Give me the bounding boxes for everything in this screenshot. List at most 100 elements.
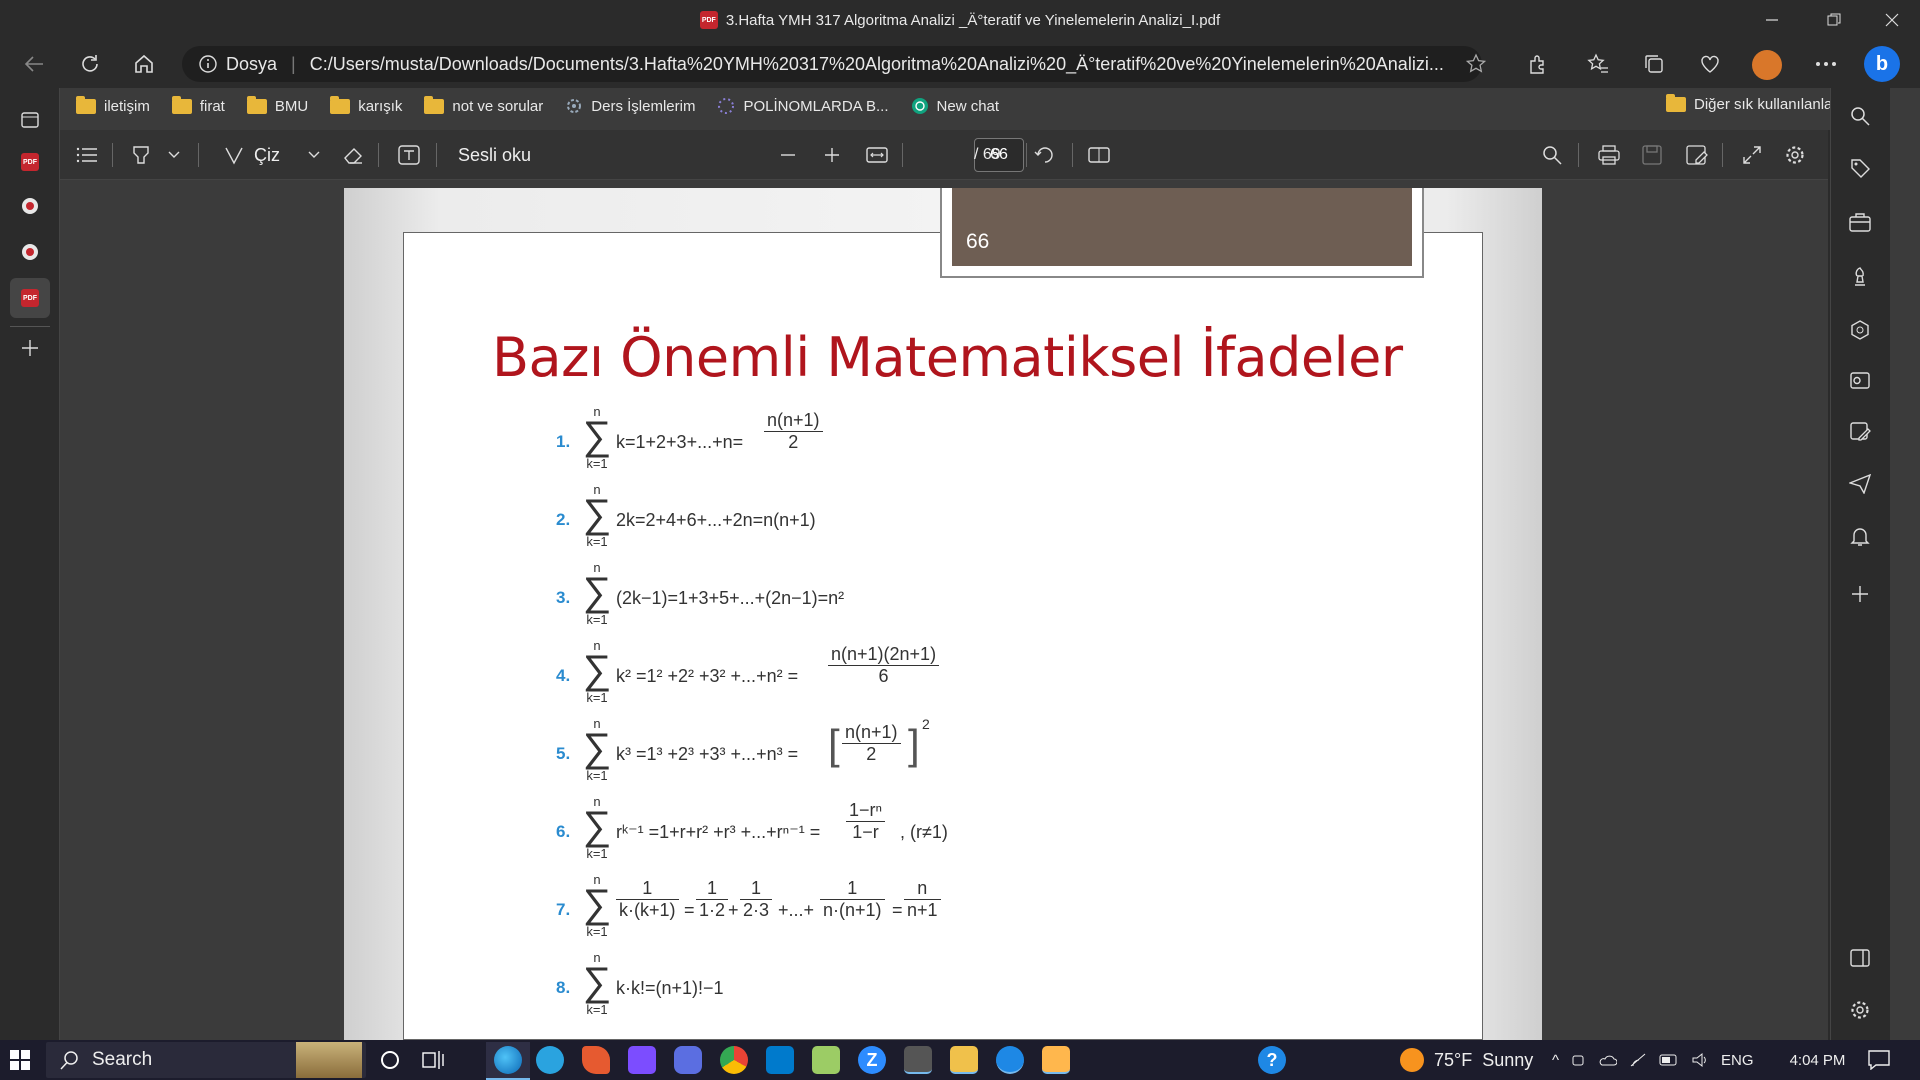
sidebar-hide-button[interactable]	[1846, 944, 1874, 972]
save-button[interactable]	[1642, 130, 1662, 180]
favorite-other[interactable]: Diğer sık kullanılanlar	[1666, 94, 1837, 113]
fullscreen-button[interactable]	[1742, 130, 1762, 180]
pdf-settings-button[interactable]	[1784, 130, 1806, 180]
task-view-button[interactable]	[422, 1050, 444, 1070]
tray-expand-icon[interactable]: ^	[1552, 1052, 1559, 1069]
language-indicator[interactable]: ENG	[1721, 1052, 1754, 1069]
weather-widget[interactable]: 75°F Sunny	[1400, 1042, 1533, 1078]
app-cube-icon[interactable]	[1042, 1046, 1070, 1074]
favorite-iletisim[interactable]: iletişim	[76, 95, 150, 115]
refresh-button[interactable]	[70, 44, 110, 84]
power-exponent: 2	[922, 716, 930, 732]
extensions-button[interactable]	[1518, 44, 1558, 84]
sidebar-outlook-button[interactable]	[1846, 366, 1874, 394]
favorite-ders-islemlerim[interactable]: Ders İşlemlerim	[565, 97, 695, 115]
pdf-file-icon: PDF	[21, 153, 39, 171]
close-button[interactable]	[1864, 0, 1920, 40]
draw-button[interactable]: Çiz	[224, 130, 280, 180]
collections-button[interactable]	[1634, 44, 1674, 84]
search-button[interactable]	[1542, 130, 1562, 180]
rotate-button[interactable]	[1034, 130, 1056, 180]
sidebar-search-button[interactable]	[1846, 102, 1874, 130]
sidebar-tools-button[interactable]	[1846, 208, 1874, 236]
edit-image-icon	[1850, 422, 1871, 441]
battery-icon[interactable]	[1659, 1053, 1679, 1067]
read-aloud-button[interactable]: Sesli oku	[458, 130, 531, 180]
edge-icon[interactable]	[494, 1046, 522, 1074]
zoom-out-button[interactable]	[780, 130, 796, 180]
contents-button[interactable]	[76, 130, 98, 180]
list-icon	[76, 147, 97, 163]
volume-icon[interactable]	[1691, 1052, 1709, 1068]
site-label: Dosya	[226, 53, 278, 74]
favorite-firat[interactable]: firat	[171, 95, 225, 115]
notepad-icon[interactable]	[812, 1046, 840, 1074]
favorites-button[interactable]	[1578, 44, 1618, 84]
vscode-icon[interactable]	[766, 1046, 794, 1074]
erase-button[interactable]	[342, 130, 364, 180]
sidebar-drop-button[interactable]	[1846, 418, 1874, 446]
sidebar-games-button[interactable]	[1846, 262, 1874, 290]
new-tab-button[interactable]	[10, 328, 50, 368]
sidebar-settings-button[interactable]	[1846, 996, 1874, 1024]
sigma-symbol: n ∑ k=1	[582, 404, 612, 471]
back-button[interactable]	[14, 44, 54, 84]
add-favorite-button[interactable]	[1456, 44, 1496, 84]
app-purple-icon[interactable]	[628, 1046, 656, 1074]
highlight-button[interactable]	[130, 130, 152, 180]
help-icon[interactable]: ?	[1258, 1046, 1286, 1074]
favorite-karisik[interactable]: karışık	[330, 95, 402, 115]
app-tab-icon	[22, 244, 38, 260]
tab-pdf-1[interactable]: PDF	[10, 142, 50, 182]
home-button[interactable]	[124, 44, 164, 84]
sidebar-shopping-button[interactable]	[1846, 154, 1874, 182]
chrome-icon[interactable]	[720, 1046, 748, 1074]
zoom-in-button[interactable]	[824, 130, 840, 180]
tag-icon	[1851, 159, 1870, 178]
telegram-icon[interactable]	[536, 1046, 564, 1074]
tab-pdf-active[interactable]: PDF	[10, 278, 50, 318]
sidebar-m365-button[interactable]	[1846, 316, 1874, 344]
profile-avatar[interactable]	[1752, 50, 1782, 80]
start-button[interactable]	[10, 1050, 30, 1070]
restore-button[interactable]	[1806, 0, 1862, 40]
favorite-new-chat[interactable]: New chat	[911, 97, 999, 115]
cortana-button[interactable]	[380, 1050, 400, 1070]
minimize-button[interactable]	[1744, 0, 1800, 40]
print-button[interactable]	[1598, 130, 1620, 180]
left-bracket: [	[828, 721, 840, 768]
app-blue-icon[interactable]	[674, 1046, 702, 1074]
save-as-button[interactable]	[1686, 130, 1708, 180]
settings-more-button[interactable]	[1806, 44, 1846, 84]
tab-2[interactable]	[10, 186, 50, 226]
address-bar[interactable]: Dosya | C:/Users/musta/Downloads/Documen…	[182, 46, 1482, 82]
favorite-bmu[interactable]: BMU	[246, 95, 308, 115]
zoom-icon[interactable]: Z	[858, 1046, 886, 1074]
favorites-star-icon	[1587, 53, 1608, 73]
favorite-polinomlarda[interactable]: POLİNOMLARDA B...	[717, 97, 889, 115]
sidebar-add-button[interactable]	[1846, 580, 1874, 608]
file-explorer-icon[interactable]	[950, 1046, 978, 1074]
fit-to-page-button[interactable]	[866, 130, 888, 180]
highlight-options-button[interactable]	[168, 130, 180, 180]
clock-time[interactable]: 4:04 PM	[1790, 1052, 1846, 1069]
bing-copilot-icon[interactable]: b	[1864, 46, 1900, 82]
app-network-icon[interactable]	[996, 1046, 1024, 1074]
onedrive-icon[interactable]	[1599, 1052, 1618, 1068]
tab-3[interactable]	[10, 232, 50, 272]
meet-now-icon[interactable]	[1571, 1052, 1587, 1068]
sidebar-send-button[interactable]	[1846, 470, 1874, 498]
calculator-icon[interactable]	[904, 1046, 932, 1074]
wifi-icon[interactable]	[1629, 1052, 1647, 1068]
app-flame-icon[interactable]	[582, 1046, 610, 1074]
sidebar-notifications-button[interactable]	[1846, 522, 1874, 550]
notification-center-button[interactable]	[1868, 1050, 1890, 1070]
gear-icon	[1851, 1001, 1869, 1019]
favorite-not-ve-sorular[interactable]: not ve sorular	[424, 95, 543, 115]
browser-essentials-button[interactable]	[1690, 44, 1730, 84]
page-view-button[interactable]	[1088, 130, 1110, 180]
highlighter-icon	[133, 146, 149, 164]
tab-actions-button[interactable]	[10, 100, 50, 140]
draw-options-button[interactable]	[308, 130, 320, 180]
add-text-button[interactable]	[398, 130, 420, 180]
